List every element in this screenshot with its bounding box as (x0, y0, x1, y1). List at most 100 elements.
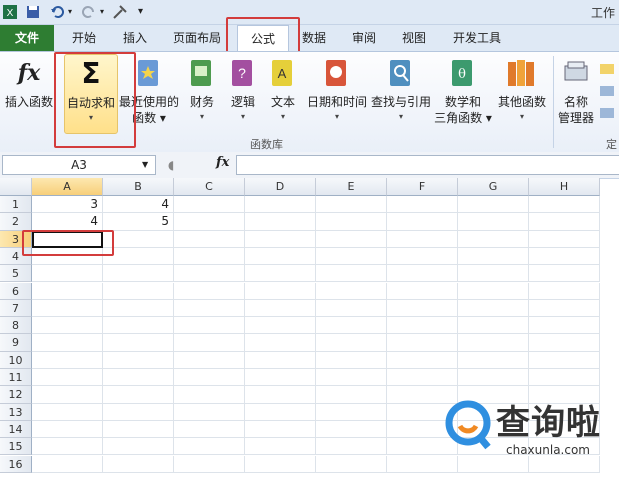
autosum-button[interactable]: Σ 自动求和 ▾ (64, 54, 118, 134)
column-header-h[interactable]: H (529, 178, 600, 196)
insert-function-icon[interactable]: fx (216, 155, 229, 170)
tab-data[interactable]: 数据 (294, 25, 334, 51)
redo-dropdown-icon[interactable]: ▾ (100, 7, 104, 23)
cell-a5[interactable] (32, 265, 103, 283)
cell-g7[interactable] (458, 299, 529, 318)
cell-e1[interactable] (316, 196, 387, 214)
cell-e2[interactable] (316, 213, 387, 231)
cell-h4[interactable] (529, 247, 600, 266)
cell-c5[interactable] (174, 265, 245, 283)
cell-e16[interactable] (316, 455, 387, 473)
row-header-8[interactable]: 8 (0, 317, 32, 335)
row-header-4[interactable]: 4 (0, 247, 32, 266)
cell-b4[interactable] (103, 247, 174, 266)
cell-d2[interactable] (245, 213, 316, 231)
row-header-13[interactable]: 13 (0, 403, 32, 421)
cell-g11[interactable] (458, 369, 529, 387)
cell-d9[interactable] (245, 334, 316, 352)
cell-h9[interactable] (529, 334, 600, 352)
cell-d7[interactable] (245, 299, 316, 318)
cell-a9[interactable] (32, 334, 103, 352)
tab-developer[interactable]: 开发工具 (446, 25, 508, 51)
column-header-e[interactable]: E (316, 178, 387, 196)
cell-f5[interactable] (387, 265, 458, 283)
cell-e9[interactable] (316, 334, 387, 352)
cell-d15[interactable] (245, 438, 316, 456)
cell-f9[interactable] (387, 334, 458, 352)
cell-g6[interactable] (458, 282, 529, 300)
cell-e15[interactable] (316, 438, 387, 456)
logical-button[interactable]: ? 逻辑 ▾ (226, 54, 260, 134)
undo-dropdown-icon[interactable]: ▾ (68, 7, 72, 23)
cell-b12[interactable] (103, 386, 174, 404)
row-header-10[interactable]: 10 (0, 351, 32, 369)
row-header-9[interactable]: 9 (0, 334, 32, 352)
more-functions-button[interactable]: 其他函数 ▾ (494, 54, 550, 134)
cell-f7[interactable] (387, 299, 458, 318)
column-header-d[interactable]: D (245, 178, 316, 196)
column-header-b[interactable]: B (103, 178, 174, 196)
define-name-small-icons[interactable] (600, 62, 616, 122)
cell-h1[interactable] (529, 196, 600, 214)
cell-b10[interactable] (103, 351, 174, 369)
tab-formulas[interactable]: 公式 (237, 25, 289, 51)
cell-e10[interactable] (316, 351, 387, 369)
cell-g2[interactable] (458, 213, 529, 231)
autosum-dropdown-icon[interactable]: ▾ (65, 113, 117, 122)
cell-a8[interactable] (32, 317, 103, 335)
cell-c13[interactable] (174, 403, 245, 421)
row-header-2[interactable]: 2 (0, 213, 32, 231)
cell-f2[interactable] (387, 213, 458, 231)
row-header-1[interactable]: 1 (0, 196, 32, 214)
cell-b11[interactable] (103, 369, 174, 387)
cell-g3[interactable] (458, 230, 529, 248)
cell-f10[interactable] (387, 351, 458, 369)
cell-d6[interactable] (245, 282, 316, 300)
row-header-5[interactable]: 5 (0, 265, 32, 283)
column-header-f[interactable]: F (387, 178, 458, 196)
cell-b1[interactable]: 4 (103, 196, 174, 214)
logical-dropdown-icon[interactable]: ▾ (226, 112, 260, 121)
cell-c2[interactable] (174, 213, 245, 231)
cell-b16[interactable] (103, 455, 174, 473)
cell-g8[interactable] (458, 317, 529, 335)
row-header-15[interactable]: 15 (0, 438, 32, 456)
cell-f3[interactable] (387, 230, 458, 248)
cell-h3[interactable] (529, 230, 600, 248)
row-header-7[interactable]: 7 (0, 299, 32, 318)
name-box-dropdown-icon[interactable]: ▼ (142, 160, 148, 169)
tab-page-layout[interactable]: 页面布局 (166, 25, 228, 51)
undo-icon[interactable] (50, 4, 64, 20)
select-all-corner[interactable] (0, 178, 32, 196)
cell-e3[interactable] (316, 230, 387, 248)
cell-a4[interactable] (32, 247, 103, 266)
row-header-14[interactable]: 14 (0, 420, 32, 439)
cell-a2[interactable]: 4 (32, 213, 103, 231)
cell-a14[interactable] (32, 420, 103, 439)
cell-a10[interactable] (32, 351, 103, 369)
save-icon[interactable] (26, 4, 40, 20)
cell-c12[interactable] (174, 386, 245, 404)
cell-h6[interactable] (529, 282, 600, 300)
datetime-dropdown-icon[interactable]: ▾ (304, 112, 370, 121)
cell-d10[interactable] (245, 351, 316, 369)
name-manager-button[interactable]: 名称 管理器 (556, 54, 596, 134)
cell-e14[interactable] (316, 420, 387, 439)
cell-d14[interactable] (245, 420, 316, 439)
column-header-c[interactable]: C (174, 178, 245, 196)
formula-input[interactable] (236, 155, 619, 175)
text-button[interactable]: A 文本 ▾ (266, 54, 300, 134)
cell-h10[interactable] (529, 351, 600, 369)
cell-h11[interactable] (529, 369, 600, 387)
cell-e8[interactable] (316, 317, 387, 335)
lookup-dropdown-icon[interactable]: ▾ (370, 112, 432, 121)
cell-c6[interactable] (174, 282, 245, 300)
cell-g1[interactable] (458, 196, 529, 214)
cell-b6[interactable] (103, 282, 174, 300)
cell-h8[interactable] (529, 317, 600, 335)
text-dropdown-icon[interactable]: ▾ (266, 112, 300, 121)
cell-a6[interactable] (32, 282, 103, 300)
financial-button[interactable]: 财务 ▾ (182, 54, 222, 134)
redo-icon[interactable] (82, 4, 96, 20)
name-box[interactable]: A3 (2, 155, 156, 175)
